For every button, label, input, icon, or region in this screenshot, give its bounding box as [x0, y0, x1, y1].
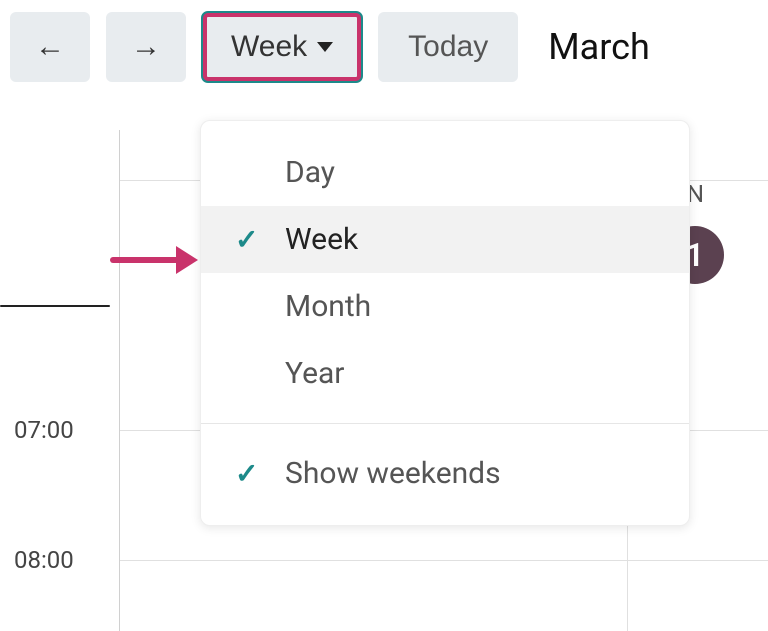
arrow-right-icon: →	[131, 30, 161, 64]
calendar-toolbar: ← → Week Today March	[0, 0, 768, 106]
menu-item-label: Week	[285, 222, 358, 257]
grid-row-line	[120, 560, 768, 561]
view-dropdown-label: Week	[231, 30, 307, 64]
prev-button[interactable]: ←	[10, 12, 90, 82]
menu-item-week[interactable]: ✓ Week	[201, 206, 689, 273]
view-dropdown-menu: ✓ Day ✓ Week ✓ Month ✓ Year ✓ Show weeke…	[200, 120, 690, 526]
today-button-label: Today	[408, 30, 488, 64]
time-label-08: 08:00	[14, 546, 74, 574]
menu-item-day[interactable]: ✓ Day	[201, 139, 689, 206]
time-label-07: 07:00	[14, 416, 74, 444]
time-column: 07:00 08:00	[0, 130, 120, 631]
menu-item-label: Month	[285, 289, 371, 324]
menu-item-show-weekends[interactable]: ✓ Show weekends	[201, 440, 689, 507]
menu-item-year[interactable]: ✓ Year	[201, 340, 689, 407]
arrow-left-icon: ←	[35, 30, 65, 64]
view-dropdown-button[interactable]: Week	[202, 12, 362, 82]
caret-down-icon	[317, 42, 333, 52]
menu-divider	[201, 423, 689, 424]
time-marker-line	[0, 305, 110, 307]
check-icon: ✓	[235, 223, 265, 256]
menu-item-label: Year	[285, 356, 344, 391]
month-label: March	[548, 26, 650, 68]
next-button[interactable]: →	[106, 12, 186, 82]
menu-item-label: Day	[285, 155, 335, 190]
menu-item-month[interactable]: ✓ Month	[201, 273, 689, 340]
today-button[interactable]: Today	[378, 12, 518, 82]
check-icon: ✓	[235, 457, 265, 490]
menu-item-label: Show weekends	[285, 456, 501, 491]
